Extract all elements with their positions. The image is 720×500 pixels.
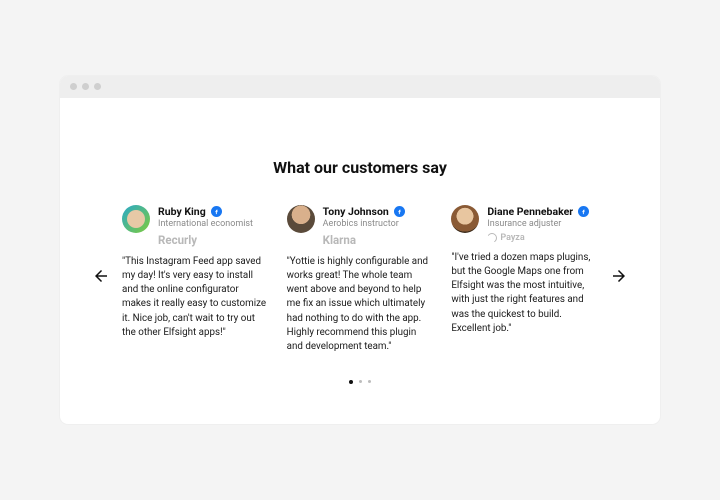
testimonial-quote: "I've tried a dozen maps plugins, but th… (451, 251, 598, 336)
testimonial-card: Tony Johnson Aerobics instructor Klarna … (287, 205, 434, 354)
section-heading: What our customers say (90, 158, 630, 177)
arrow-left-icon (92, 267, 110, 285)
window-dot (82, 83, 89, 90)
testimonial-card: Diane Pennebaker Insurance adjuster Payz… (451, 205, 598, 354)
author-block: Tony Johnson Aerobics instructor Klarna (323, 205, 434, 247)
facebook-badge-icon (578, 206, 589, 217)
author-company: Payza (487, 233, 598, 243)
page-dot[interactable] (368, 380, 371, 383)
window-title-bar (60, 76, 660, 98)
card-header: Diane Pennebaker Insurance adjuster Payz… (451, 205, 598, 243)
avatar (122, 205, 150, 233)
author-name: Diane Pennebaker (487, 205, 573, 218)
facebook-badge-icon (211, 206, 222, 217)
author-role: Insurance adjuster (487, 219, 598, 229)
prev-arrow[interactable] (90, 265, 112, 287)
testimonial-cards: Ruby King International economist Recurl… (122, 205, 598, 354)
next-arrow[interactable] (608, 265, 630, 287)
arrow-right-icon (610, 267, 628, 285)
page-dot[interactable] (359, 380, 362, 383)
avatar (287, 205, 315, 233)
page-dot[interactable] (349, 380, 353, 384)
author-company: Recurly (158, 233, 269, 247)
author-role: Aerobics instructor (323, 219, 434, 229)
testimonial-carousel: Ruby King International economist Recurl… (90, 205, 630, 354)
pagination-dots (90, 380, 630, 384)
testimonial-card: Ruby King International economist Recurl… (122, 205, 269, 354)
author-block: Ruby King International economist Recurl… (158, 205, 269, 247)
testimonials-section: What our customers say Ruby King (60, 98, 660, 424)
testimonial-quote: "Yottie is highly configurable and works… (287, 255, 434, 354)
window-dot (70, 83, 77, 90)
author-role: International economist (158, 219, 269, 229)
window-dot (94, 83, 101, 90)
card-header: Ruby King International economist Recurl… (122, 205, 269, 247)
author-block: Diane Pennebaker Insurance adjuster Payz… (487, 205, 598, 243)
browser-frame: What our customers say Ruby King (60, 76, 660, 424)
author-name: Ruby King (158, 205, 206, 218)
facebook-badge-icon (394, 206, 405, 217)
author-name: Tony Johnson (323, 205, 389, 218)
avatar (451, 205, 479, 233)
author-company: Klarna (323, 233, 434, 247)
card-header: Tony Johnson Aerobics instructor Klarna (287, 205, 434, 247)
testimonial-quote: "This Instagram Feed app saved my day! I… (122, 255, 269, 340)
